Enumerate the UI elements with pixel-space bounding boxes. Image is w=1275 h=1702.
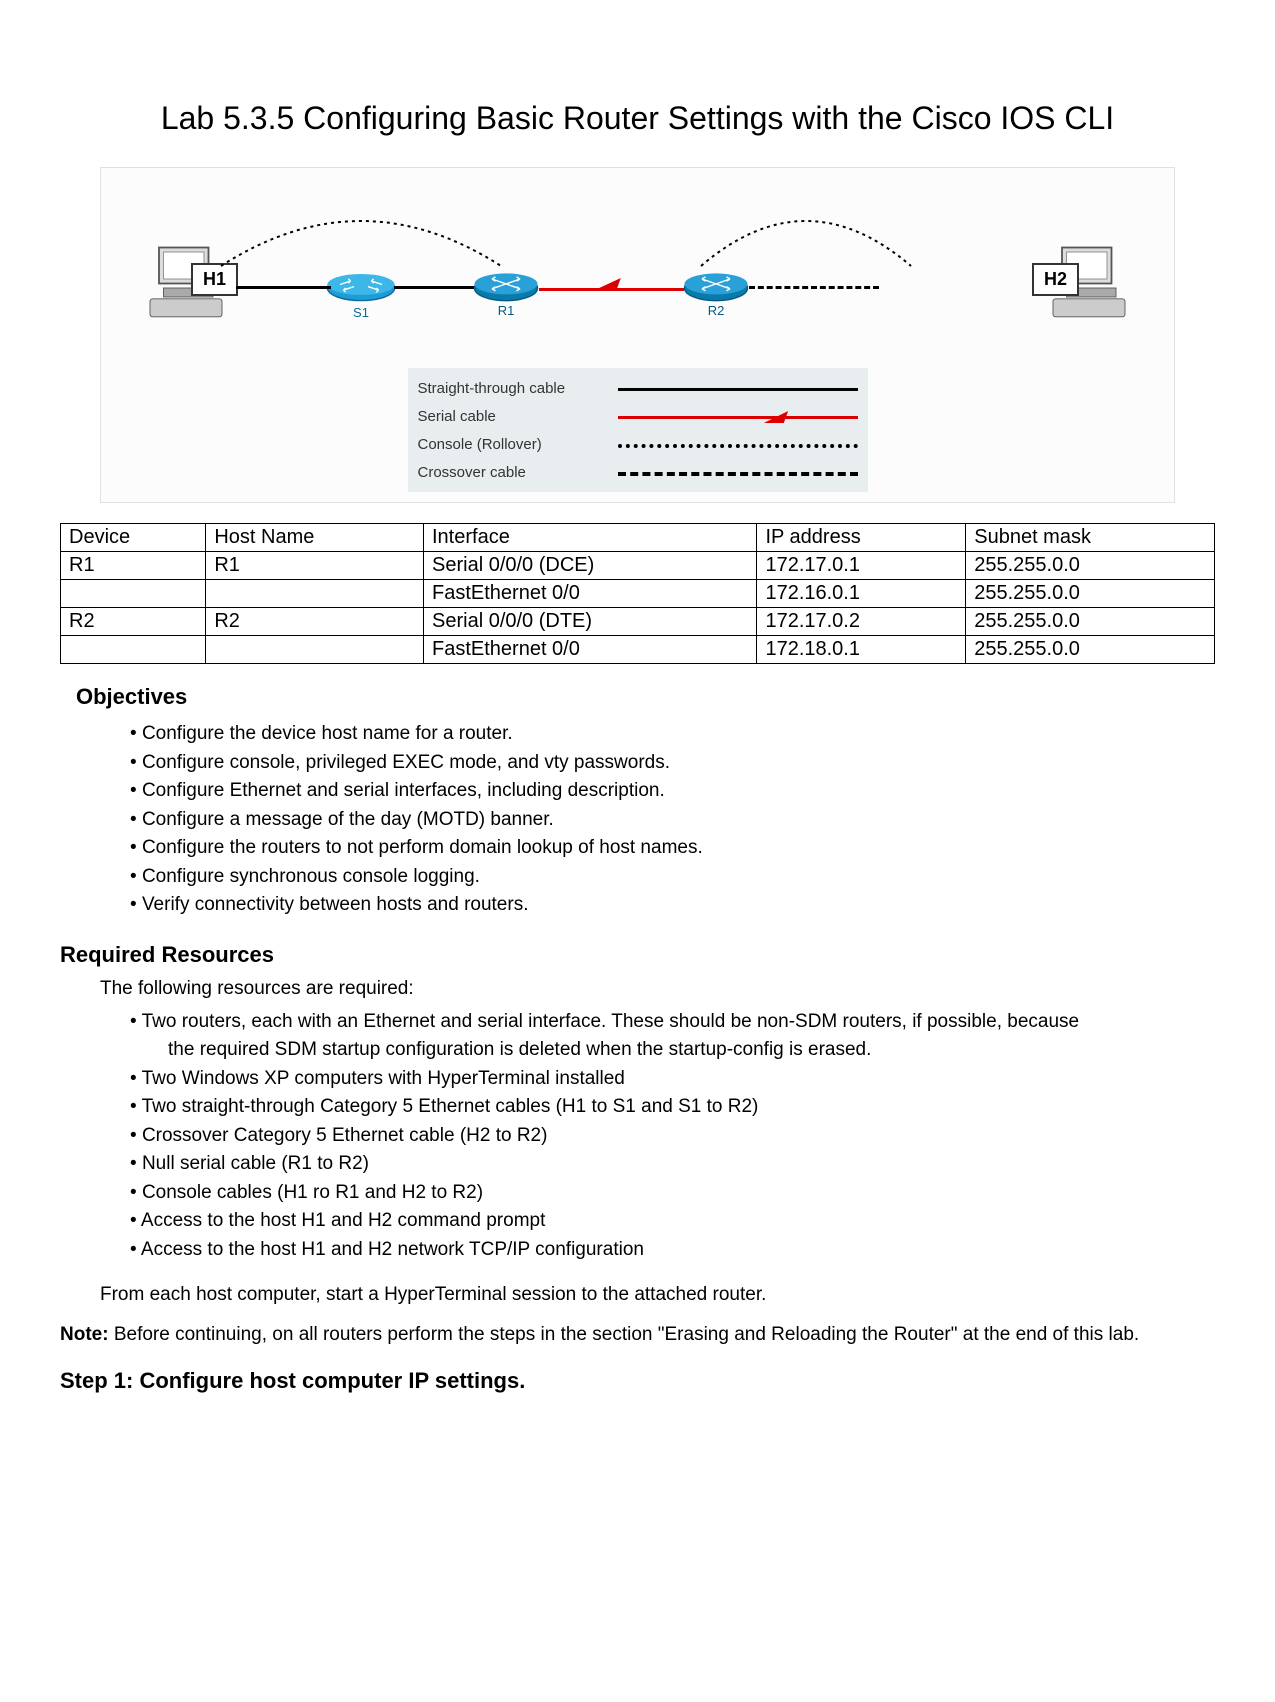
legend-serial-line-icon bbox=[618, 416, 858, 419]
cell: R2 bbox=[206, 608, 424, 636]
legend-row: Crossover cable bbox=[418, 458, 858, 486]
table-row: R2 R2 Serial 0/0/0 (DTE) 172.17.0.2 255.… bbox=[61, 608, 1215, 636]
serial-zig-icon bbox=[599, 278, 621, 288]
legend-crossover-label: Crossover cable bbox=[418, 464, 618, 481]
list-item: Access to the host H1 and H2 network TCP… bbox=[130, 1236, 1215, 1265]
cell: R1 bbox=[61, 552, 206, 580]
cell bbox=[206, 636, 424, 664]
cable-console-h1-r1 bbox=[211, 196, 511, 276]
table-row: FastEthernet 0/0 172.18.0.1 255.255.0.0 bbox=[61, 636, 1215, 664]
objectives-list: Configure the device host name for a rou… bbox=[130, 720, 1215, 920]
objectives-heading: Objectives bbox=[76, 684, 1215, 710]
table-row: FastEthernet 0/0 172.16.0.1 255.255.0.0 bbox=[61, 580, 1215, 608]
cell: 255.255.0.0 bbox=[966, 636, 1215, 664]
list-item: Crossover Category 5 Ethernet cable (H2 … bbox=[130, 1122, 1215, 1151]
cable-r2-h2 bbox=[749, 286, 879, 289]
table-header-row: Device Host Name Interface IP address Su… bbox=[61, 524, 1215, 552]
list-item: Configure the device host name for a rou… bbox=[130, 720, 1215, 749]
list-item: Access to the host H1 and H2 command pro… bbox=[130, 1207, 1215, 1236]
cable-legend: Straight-through cable Serial cable Cons… bbox=[408, 368, 868, 492]
list-item: Verify connectivity between hosts and ro… bbox=[130, 891, 1215, 920]
th-device: Device bbox=[61, 524, 206, 552]
th-hostname: Host Name bbox=[206, 524, 424, 552]
cell: 172.16.0.1 bbox=[757, 580, 966, 608]
cable-s1-r1 bbox=[394, 286, 474, 289]
resources-intro: The following resources are required: bbox=[100, 978, 1215, 1000]
legend-crossover-line-icon bbox=[618, 472, 858, 476]
legend-serial-label: Serial cable bbox=[418, 408, 618, 425]
cell: Serial 0/0/0 (DTE) bbox=[424, 608, 757, 636]
step1-heading: Step 1: Configure host computer IP setti… bbox=[60, 1368, 1215, 1394]
label-h2: H2 bbox=[1032, 263, 1079, 296]
cell: 255.255.0.0 bbox=[966, 580, 1215, 608]
legend-row: Serial cable bbox=[418, 402, 858, 430]
list-item: Configure the routers to not perform dom… bbox=[130, 834, 1215, 863]
cell bbox=[61, 636, 206, 664]
cell: 172.18.0.1 bbox=[757, 636, 966, 664]
list-item: Null serial cable (R1 to R2) bbox=[130, 1150, 1215, 1179]
cable-r1-r2-serial bbox=[539, 288, 684, 291]
cell: 172.17.0.1 bbox=[757, 552, 966, 580]
page-title: Lab 5.3.5 Configuring Basic Router Setti… bbox=[60, 100, 1215, 137]
legend-console-line-icon bbox=[618, 444, 858, 448]
topology-diagram: H1 H2 S1 bbox=[100, 167, 1175, 503]
cell: FastEthernet 0/0 bbox=[424, 636, 757, 664]
th-interface: Interface bbox=[424, 524, 757, 552]
cell bbox=[61, 580, 206, 608]
cell: Serial 0/0/0 (DCE) bbox=[424, 552, 757, 580]
legend-straight-line-icon bbox=[618, 388, 858, 391]
cable-console-h2-r2 bbox=[691, 196, 921, 276]
legend-row: Straight-through cable bbox=[418, 374, 858, 402]
cell: 255.255.0.0 bbox=[966, 608, 1215, 636]
cell: 172.17.0.2 bbox=[757, 608, 966, 636]
th-mask: Subnet mask bbox=[966, 524, 1215, 552]
cell: FastEthernet 0/0 bbox=[424, 580, 757, 608]
list-item: Two routers, each with an Ethernet and s… bbox=[130, 1008, 1215, 1065]
legend-straight-label: Straight-through cable bbox=[418, 380, 618, 397]
cell: 255.255.0.0 bbox=[966, 552, 1215, 580]
legend-console-label: Console (Rollover) bbox=[418, 436, 618, 453]
list-item: Two straight-through Category 5 Ethernet… bbox=[130, 1093, 1215, 1122]
resources-list: Two routers, each with an Ethernet and s… bbox=[130, 1008, 1215, 1265]
cell: R1 bbox=[206, 552, 424, 580]
list-item: Configure console, privileged EXEC mode,… bbox=[130, 749, 1215, 778]
list-item: Configure a message of the day (MOTD) ba… bbox=[130, 806, 1215, 835]
addressing-table: Device Host Name Interface IP address Su… bbox=[60, 523, 1215, 664]
cell: R2 bbox=[61, 608, 206, 636]
list-item: Configure Ethernet and serial interfaces… bbox=[130, 777, 1215, 806]
list-item: Configure synchronous console logging. bbox=[130, 863, 1215, 892]
note-text: Note: Before continuing, on all routers … bbox=[60, 1324, 1215, 1346]
legend-row: Console (Rollover) bbox=[418, 430, 858, 458]
cell bbox=[206, 580, 424, 608]
th-ip: IP address bbox=[757, 524, 966, 552]
list-item: Console cables (H1 ro R1 and H2 to R2) bbox=[130, 1179, 1215, 1208]
hyperterminal-text: From each host computer, start a HyperTe… bbox=[100, 1284, 1215, 1306]
table-row: R1 R1 Serial 0/0/0 (DCE) 172.17.0.1 255.… bbox=[61, 552, 1215, 580]
cable-h1-s1 bbox=[236, 286, 331, 289]
resources-heading: Required Resources bbox=[60, 942, 1215, 968]
list-item: Two Windows XP computers with HyperTermi… bbox=[130, 1065, 1215, 1094]
